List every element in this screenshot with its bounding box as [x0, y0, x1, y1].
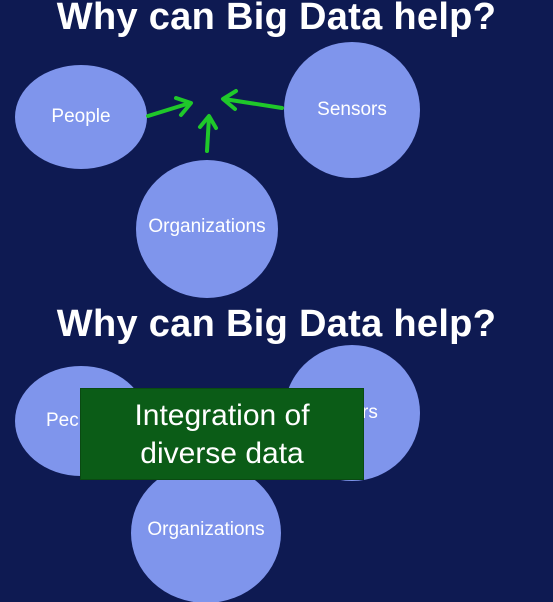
- slide-bottom: Why can Big Data help? Pec rs Organizati…: [0, 301, 553, 602]
- slide-title: Why can Big Data help?: [56, 303, 497, 345]
- slide-composite: Why can Big Data help? People Sensors Or…: [0, 0, 553, 602]
- integration-line-1: Integration of: [134, 399, 310, 432]
- convergence-arrows: [146, 89, 284, 153]
- arrow-from-organizations: [198, 114, 218, 153]
- slide-top: Why can Big Data help? People Sensors Or…: [0, 0, 553, 301]
- sensors-label-partial: rs: [362, 402, 378, 423]
- integration-overlay: Integration of diverse data: [80, 388, 364, 480]
- organizations-node: Organizations: [131, 463, 281, 602]
- integration-line-2: diverse data: [140, 437, 304, 470]
- arrow-from-people: [146, 96, 193, 118]
- organizations-label: Organizations: [147, 519, 265, 540]
- people-label-partial: Pec: [46, 410, 79, 431]
- integration-text: Integration of diverse data: [81, 397, 363, 473]
- arrow-from-sensors: [221, 89, 284, 111]
